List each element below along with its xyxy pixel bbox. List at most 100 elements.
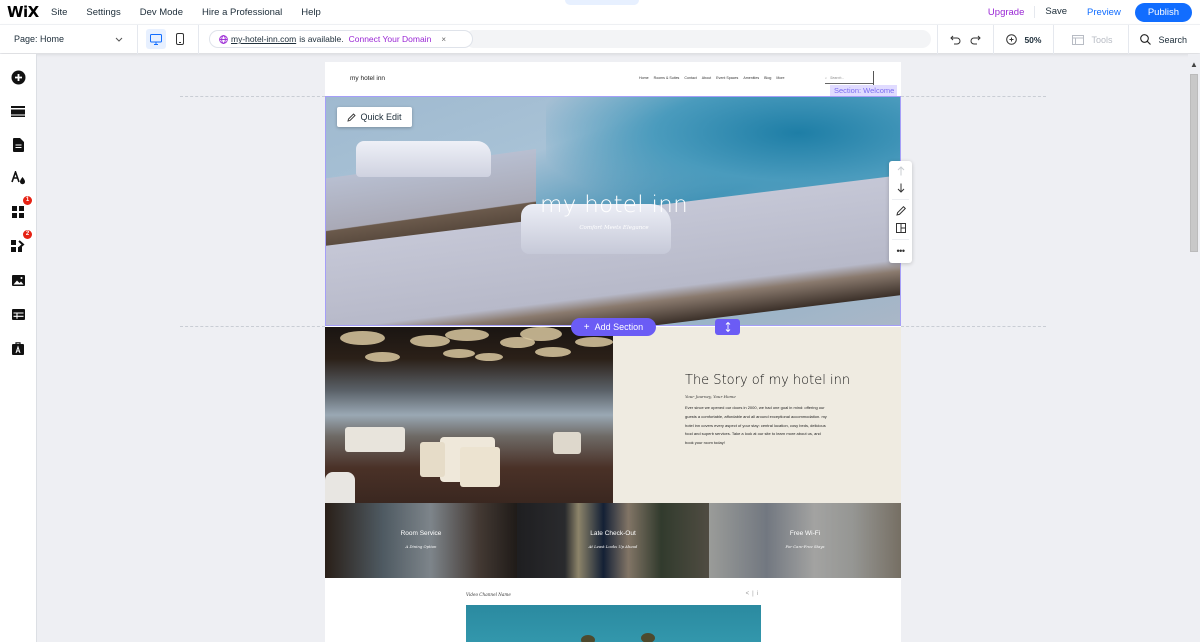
story-body[interactable]: Ever since we opened our doors in 2000, … (685, 404, 827, 448)
move-down-button[interactable] (889, 179, 912, 197)
search-icon (1140, 34, 1152, 45)
menu-site[interactable]: Site (51, 7, 67, 18)
site-navigation: Home Rooms & Suites Contact About Event … (639, 76, 790, 80)
video-channel-name: Video Channel Name (466, 592, 511, 597)
media-icon (11, 274, 25, 286)
domain-status: is available. (299, 34, 344, 44)
menu-settings[interactable]: Settings (86, 7, 120, 18)
preview-button[interactable]: Preview (1077, 7, 1131, 18)
move-up-button[interactable] (889, 162, 912, 180)
pencil-icon (347, 112, 357, 122)
image-overlay (325, 503, 517, 578)
site-header[interactable]: my hotel inn Home Rooms & Suites Contact… (325, 62, 901, 96)
notification-badge: 2 (23, 230, 32, 239)
notification-badge: 1 (23, 196, 32, 205)
add-apps-button[interactable]: 2 (8, 230, 32, 256)
menu-help[interactable]: Help (301, 7, 321, 18)
theme-icon (10, 171, 25, 185)
nav-event-spaces[interactable]: Event Spaces (716, 76, 738, 80)
upgrade-link[interactable]: Upgrade (978, 7, 1034, 18)
media-button[interactable] (8, 270, 28, 290)
domain-url-link[interactable]: my-hotel-inn.com (231, 34, 296, 44)
portfolio-button[interactable] (8, 338, 28, 358)
section-guide-line (180, 96, 325, 97)
wix-logo[interactable]: WiX (7, 3, 51, 21)
mobile-view-button[interactable] (170, 29, 190, 49)
globe-icon (219, 34, 228, 44)
divider (892, 239, 909, 240)
section-resize-handle[interactable] (715, 319, 740, 335)
nav-home[interactable]: Home (639, 76, 649, 80)
image-overlay (709, 503, 901, 578)
chevron-down-icon (115, 35, 123, 44)
mobile-icon (176, 33, 184, 45)
scrollbar-thumb[interactable] (1190, 74, 1198, 252)
sections-button[interactable] (8, 101, 28, 121)
search-button[interactable]: Search (1128, 25, 1200, 54)
cms-button[interactable] (8, 304, 28, 324)
page-selector[interactable]: Page: Home (0, 24, 138, 54)
pages-button[interactable] (8, 135, 28, 155)
more-icon: ••• (896, 246, 905, 256)
edit-section-button[interactable] (889, 202, 912, 220)
add-apps-icon (11, 240, 25, 252)
apps-icon (12, 206, 24, 218)
section-label: Section: Welcome (830, 85, 898, 96)
nav-blog[interactable]: Blog (764, 76, 771, 80)
features-strip: Room Service A Dining Option Late Check-… (325, 503, 901, 578)
scroll-up-icon[interactable]: ▲ (1190, 60, 1198, 69)
hero-title[interactable]: my hotel inn (326, 192, 900, 218)
story-section[interactable]: The Story of my hotel inn Your Journey, … (325, 327, 901, 503)
nav-more[interactable]: More (776, 76, 784, 80)
arrow-down-icon (897, 183, 904, 193)
quick-edit-button[interactable]: Quick Edit (337, 107, 412, 127)
nav-rooms-suites[interactable]: Rooms & Suites (654, 76, 680, 80)
theme-button[interactable] (8, 168, 28, 188)
pages-icon (12, 138, 24, 152)
connect-domain-link[interactable]: Connect Your Domain (349, 34, 432, 44)
hero-subtitle[interactable]: Comfort Meets Elegance (326, 225, 900, 231)
feature-subtitle: A Dining Option (405, 544, 437, 549)
menu-hire-professional[interactable]: Hire a Professional (202, 7, 282, 18)
nav-amenities[interactable]: Amenities (743, 76, 759, 80)
image-overlay (517, 503, 709, 578)
close-icon[interactable]: × (441, 35, 446, 44)
canvas-scrollbar[interactable]: ▲ (1188, 54, 1200, 642)
quick-edit-label: Quick Edit (360, 112, 402, 122)
section-layout-button[interactable] (889, 219, 912, 237)
feature-subtitle: For Care-Free Stays (785, 544, 825, 549)
video-player[interactable]: Video Channel Name <|i (466, 590, 761, 642)
site-logo[interactable]: my hotel inn (350, 75, 385, 82)
feature-title: Late Check-Out (590, 530, 636, 537)
video-thumbnail[interactable] (466, 605, 761, 642)
nav-about[interactable]: About (702, 76, 711, 80)
story-subtitle[interactable]: Your Journey, Your Home (685, 394, 736, 399)
feature-card[interactable]: Room Service A Dining Option (325, 503, 517, 578)
nav-contact[interactable]: Contact (684, 76, 696, 80)
feature-card[interactable]: Late Check-Out At Least Looks Up Ahead (517, 503, 709, 578)
add-section-button[interactable]: + Add Section (571, 318, 656, 336)
site-canvas[interactable]: my hotel inn Home Rooms & Suites Contact… (325, 62, 901, 642)
redo-icon[interactable] (970, 35, 982, 45)
zoom-control[interactable]: 50% (993, 25, 1053, 54)
section-guide-line (901, 96, 1046, 97)
save-button[interactable]: Save (1034, 6, 1077, 18)
tools-icon (1072, 34, 1085, 45)
site-search-input[interactable]: ⌕ Search... (825, 73, 873, 84)
more-actions-button[interactable]: ••• (889, 242, 912, 260)
menu-dev-mode[interactable]: Dev Mode (140, 7, 183, 18)
desktop-view-button[interactable] (146, 29, 166, 49)
welcome-section[interactable]: my hotel inn Comfort Meets Elegance Quic… (325, 96, 901, 326)
undo-icon[interactable] (950, 35, 961, 45)
add-elements-button[interactable] (8, 67, 28, 87)
info-icon[interactable]: i (757, 591, 761, 597)
publish-button[interactable]: Publish (1134, 2, 1192, 22)
domain-availability-bar: my-hotel-inn.com is available. Connect Y… (209, 30, 473, 48)
header-divider (873, 71, 874, 85)
feature-card[interactable]: Free Wi-Fi For Care-Free Stays (709, 503, 901, 578)
tools-button[interactable]: Tools (1053, 25, 1128, 54)
section-actions-panel: ••• (889, 161, 912, 263)
apps-button[interactable]: 1 (8, 196, 32, 222)
editor-toolbar: Page: Home my-hotel-inn.com is available… (0, 24, 1200, 54)
story-title[interactable]: The Story of my hotel inn (685, 373, 850, 388)
